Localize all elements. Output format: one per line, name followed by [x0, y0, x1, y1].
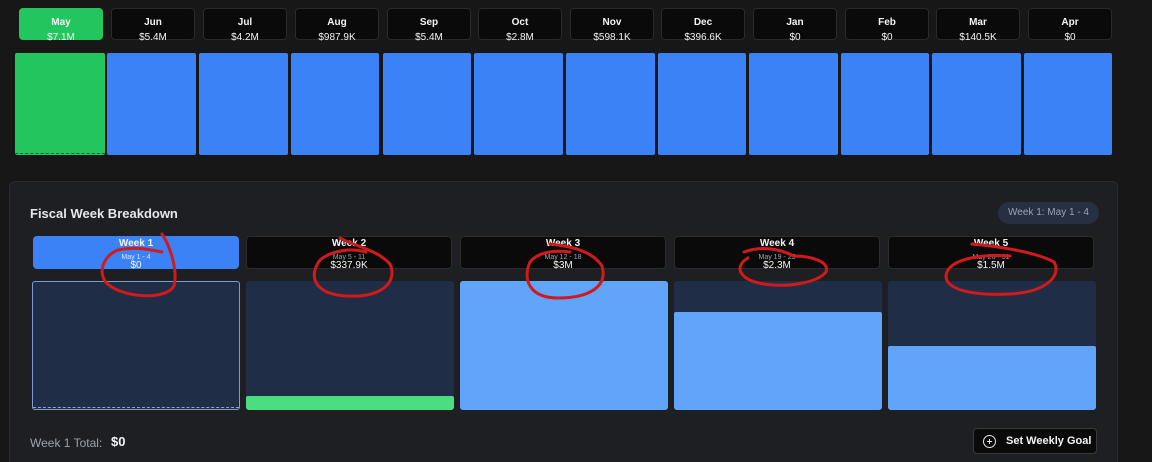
- month-name: Dec: [693, 17, 713, 28]
- month-tab-jun[interactable]: Jun $5.4M: [111, 8, 195, 43]
- month-value: $5.4M: [139, 32, 167, 43]
- week-value: $2.3M: [763, 260, 791, 271]
- week-tab-4[interactable]: Week 4 May 19 - 25 $2.3M: [674, 236, 880, 271]
- month-tab-nov[interactable]: Nov $598.1K: [570, 8, 654, 43]
- week-fill: [246, 395, 454, 410]
- month-name: Sep: [419, 17, 439, 28]
- week-total-value: $0: [111, 434, 126, 449]
- week-value: $337.9K: [330, 260, 368, 271]
- month-name: Aug: [327, 17, 347, 28]
- week-fill: [460, 281, 668, 410]
- week-total-label: Week 1 Total:: [30, 436, 103, 450]
- month-bar-dec[interactable]: [658, 53, 746, 155]
- month-bar-jan[interactable]: [749, 53, 838, 155]
- panel-title: Fiscal Week Breakdown: [30, 206, 178, 221]
- month-name: Jun: [144, 17, 162, 28]
- month-bar-aug[interactable]: [291, 53, 379, 155]
- month-tab-aug[interactable]: Aug $987.9K: [295, 8, 379, 43]
- month-value: $598.1K: [593, 32, 631, 43]
- month-bar-feb[interactable]: [841, 53, 929, 155]
- month-value: $140.5K: [959, 32, 997, 43]
- month-tab-jul[interactable]: Jul $4.2M: [203, 8, 287, 43]
- month-name: Oct: [511, 17, 529, 28]
- month-value: $396.6K: [684, 32, 722, 43]
- week-name: Week 4: [759, 238, 795, 249]
- month-name: Jul: [237, 17, 253, 28]
- week-value: $0: [130, 260, 142, 271]
- month-name: Mar: [969, 17, 987, 28]
- month-name: Feb: [878, 17, 896, 28]
- month-tabs: May $7.1M Jun $5.4M Jul $4.2M Aug $987.9…: [0, 0, 1152, 160]
- week-value: $1.5M: [977, 260, 1005, 271]
- week-tab-2[interactable]: Week 2 May 5 - 11 $337.9K: [246, 236, 452, 271]
- month-tab-jan[interactable]: Jan $0: [753, 8, 837, 43]
- month-tab-sep[interactable]: Sep $5.4M: [387, 8, 471, 43]
- week-tab-5[interactable]: Week 5 May 26 - 31 $1.5M: [888, 236, 1094, 271]
- month-value: $2.8M: [506, 32, 534, 43]
- selected-week-badge[interactable]: Week 1: May 1 - 4: [998, 202, 1099, 224]
- week-tab-3[interactable]: Week 3 May 12 - 18 $3M: [460, 236, 666, 271]
- month-bar-jun[interactable]: [107, 53, 196, 155]
- week-name: Week 5: [973, 238, 1009, 249]
- week-tab-1[interactable]: Week 1 May 1 - 4 $0: [33, 236, 239, 271]
- week-bar-3[interactable]: [460, 281, 668, 410]
- month-value: $0: [789, 32, 801, 43]
- set-goal-label: Set Weekly Goal: [1006, 435, 1092, 447]
- month-tab-oct[interactable]: Oct $2.8M: [478, 8, 562, 43]
- plus-circle-icon: [983, 435, 996, 448]
- month-value: $7.1M: [47, 32, 75, 43]
- month-tab-feb[interactable]: Feb $0: [845, 8, 929, 43]
- month-bar-mar[interactable]: [932, 53, 1021, 155]
- month-value: $4.2M: [231, 32, 259, 43]
- month-name: Nov: [602, 17, 622, 28]
- month-name: May: [51, 17, 71, 28]
- fiscal-week-panel: Fiscal Week Breakdown Week 1: May 1 - 4 …: [9, 181, 1118, 462]
- month-name: Apr: [1061, 17, 1079, 28]
- month-tab-mar[interactable]: Mar $140.5K: [936, 8, 1020, 43]
- week-name: Week 1: [118, 238, 154, 249]
- month-value: $0: [1064, 32, 1076, 43]
- week-name: Week 3: [545, 238, 581, 249]
- week-value: $3M: [553, 260, 573, 271]
- month-value: $5.4M: [415, 32, 443, 43]
- goal-line: [15, 153, 105, 154]
- week-bar-2[interactable]: [246, 281, 454, 410]
- week-fill: [888, 345, 1096, 410]
- month-tab-may[interactable]: May $7.1M: [19, 8, 103, 43]
- month-tab-dec[interactable]: Dec $396.6K: [661, 8, 745, 43]
- week-fill: [674, 311, 882, 410]
- week-name: Week 2: [331, 238, 367, 249]
- month-bar-jul[interactable]: [199, 53, 288, 155]
- month-bar-sep[interactable]: [383, 53, 471, 155]
- month-value: $0: [881, 32, 893, 43]
- month-bar-nov[interactable]: [566, 53, 655, 155]
- month-bar-oct[interactable]: [474, 53, 563, 155]
- week-bar-4[interactable]: [674, 281, 882, 410]
- week-bar-1[interactable]: [32, 281, 240, 410]
- month-value: $987.9K: [318, 32, 356, 43]
- goal-line: [33, 407, 239, 408]
- month-name: Jan: [786, 17, 804, 28]
- week-bar-5[interactable]: [888, 281, 1096, 410]
- month-bar-apr[interactable]: [1024, 53, 1112, 155]
- set-weekly-goal-button[interactable]: Set Weekly Goal: [973, 428, 1097, 454]
- month-tab-apr[interactable]: Apr $0: [1028, 8, 1112, 43]
- month-bar-may[interactable]: [15, 53, 105, 155]
